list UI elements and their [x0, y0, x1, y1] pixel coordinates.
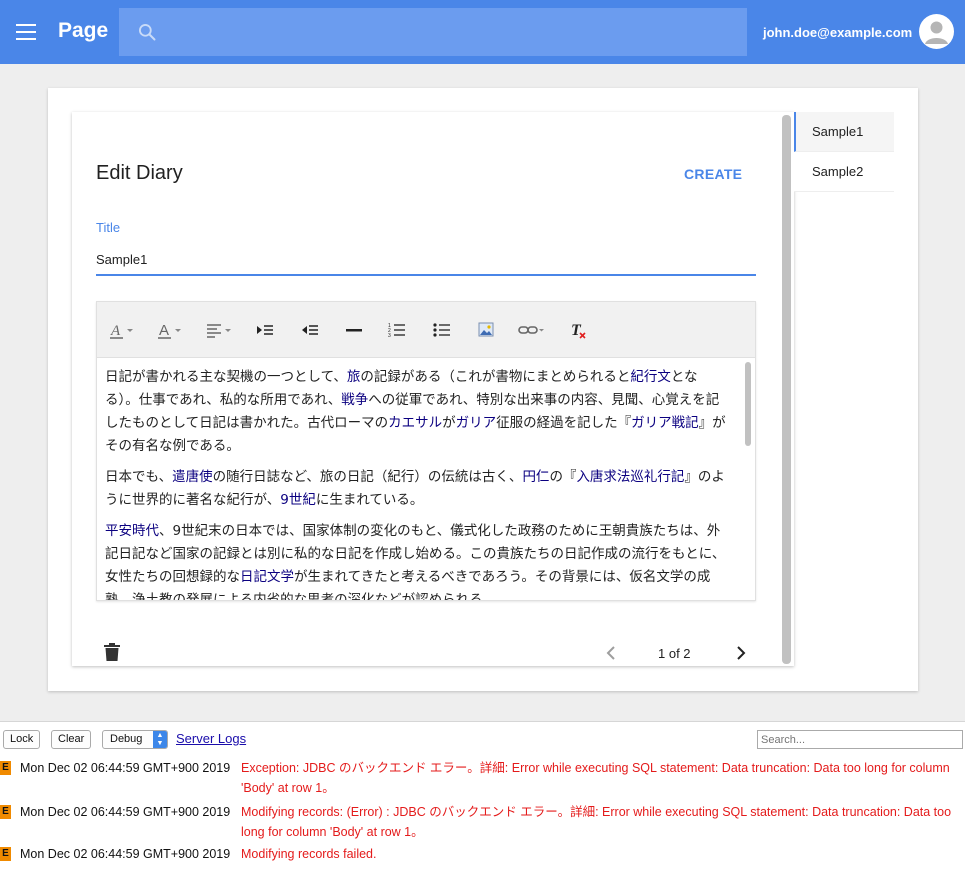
- app-bar: Page john.doe@example.com: [0, 0, 965, 64]
- log-time: Mon Dec 02 06:44:59 GMT+900 2019: [20, 761, 231, 775]
- svg-text:A: A: [159, 322, 169, 339]
- log-level-select[interactable]: Debug ▲ ▼: [102, 730, 168, 749]
- clear-button[interactable]: Clear: [51, 730, 92, 749]
- svg-text:A: A: [110, 323, 121, 339]
- console-search-input[interactable]: [757, 730, 963, 749]
- log-message: Modifying records failed.: [241, 847, 377, 861]
- log-message: Exception: JDBC のバックエンド エラー。詳細: Error wh…: [241, 761, 950, 795]
- numbered-list-icon[interactable]: 123: [388, 320, 406, 340]
- search-box[interactable]: [119, 8, 747, 56]
- avatar[interactable]: [919, 14, 954, 49]
- list-item-sample2[interactable]: Sample2: [794, 152, 894, 192]
- editor-link[interactable]: 入唐求法巡礼行記: [576, 469, 684, 485]
- svg-text:T: T: [571, 322, 582, 339]
- background-color-icon[interactable]: A: [157, 320, 183, 340]
- server-logs-link[interactable]: Server Logs: [176, 731, 246, 746]
- log-time: Mon Dec 02 06:44:59 GMT+900 2019: [20, 847, 231, 861]
- search-input[interactable]: [175, 16, 735, 48]
- outdent-icon[interactable]: [300, 320, 320, 340]
- editor-toolbar: A A 1 2 3 T: [97, 302, 755, 358]
- select-arrows-icon: ▲ ▼: [153, 731, 167, 748]
- search-icon: [139, 24, 156, 41]
- error-badge-icon: E: [0, 761, 11, 775]
- app-title: Page: [58, 19, 109, 42]
- debug-console: Lock Clear Debug ▲▼ Server Logs E Mon De…: [0, 721, 965, 874]
- error-badge-icon: E: [0, 805, 11, 819]
- log-level-value: Debug: [110, 733, 143, 745]
- editor-link[interactable]: 旅: [347, 369, 361, 385]
- editor-content[interactable]: 日記が書かれる主な契機の一つとして、旅の記録がある（これが書物にまとめられると紀…: [97, 358, 741, 600]
- clear-format-icon[interactable]: T: [569, 320, 589, 340]
- editor-paragraph: 日記が書かれる主な契機の一つとして、旅の記録がある（これが書物にまとめられると紀…: [105, 369, 726, 454]
- align-icon[interactable]: [205, 320, 233, 340]
- editor-scrollbar[interactable]: [745, 362, 751, 446]
- prev-page-icon[interactable]: [605, 646, 617, 660]
- editor-link[interactable]: 日記文学: [240, 569, 294, 585]
- next-page-icon[interactable]: [735, 646, 747, 660]
- lock-button[interactable]: Lock: [3, 730, 41, 749]
- log-message: Modifying records: (Error) : JDBC のバックエン…: [241, 805, 952, 839]
- title-field-label: Title: [96, 220, 121, 235]
- link-icon[interactable]: [518, 320, 546, 340]
- editor-link[interactable]: 戦争: [341, 392, 368, 408]
- record-list: Sample1 Sample2: [794, 112, 894, 192]
- text-color-icon[interactable]: A: [109, 320, 135, 340]
- svg-text:3: 3: [388, 333, 391, 339]
- editor-link[interactable]: 円仁: [522, 469, 549, 485]
- indent-icon[interactable]: [255, 320, 275, 340]
- user-email: john.doe@example.com: [763, 25, 913, 40]
- form-scrollbar[interactable]: [782, 115, 791, 664]
- account-icon: [925, 21, 948, 44]
- editor-link[interactable]: 9世紀: [280, 492, 316, 508]
- create-button[interactable]: CREATE: [684, 166, 742, 182]
- main-area: Edit Diary CREATE Title A A: [0, 64, 965, 721]
- editor-link[interactable]: カエサル: [388, 415, 442, 431]
- editor-link[interactable]: 紀行文: [630, 369, 671, 385]
- form-title: Edit Diary: [96, 162, 183, 184]
- image-icon[interactable]: [477, 320, 495, 340]
- editor-link[interactable]: 遣唐使: [172, 469, 213, 485]
- pagination-label: 1 of 2: [658, 646, 691, 661]
- list-item-sample1[interactable]: Sample1: [794, 112, 894, 152]
- bulleted-list-icon[interactable]: [433, 320, 451, 340]
- log-time: Mon Dec 02 06:44:59 GMT+900 2019: [20, 805, 231, 819]
- editor-link[interactable]: 平安時代: [105, 523, 159, 539]
- editor-link[interactable]: ガリア戦記: [631, 415, 699, 431]
- diary-form-card: Edit Diary CREATE Title A A: [72, 112, 794, 666]
- editor-link[interactable]: ガリア: [456, 415, 497, 431]
- title-input[interactable]: [96, 244, 756, 276]
- error-badge-icon: E: [0, 847, 11, 861]
- editor-paragraph: 平安時代、9世紀末の日本では、国家体制の変化のもと、儀式化した政務のために王朝貴…: [105, 523, 726, 600]
- rich-text-editor[interactable]: A A 1 2 3 T 日記が書かれる主な契機の一つとして、旅の記録がある（これ…: [96, 301, 756, 601]
- editor-paragraph: 日本でも、遣唐使の随行日誌など、旅の日記（紀行）の伝統は古く、円仁の『入唐求法巡…: [105, 469, 725, 508]
- horizontal-rule-icon[interactable]: [345, 320, 363, 340]
- menu-icon[interactable]: [16, 24, 36, 40]
- delete-icon[interactable]: [104, 643, 120, 661]
